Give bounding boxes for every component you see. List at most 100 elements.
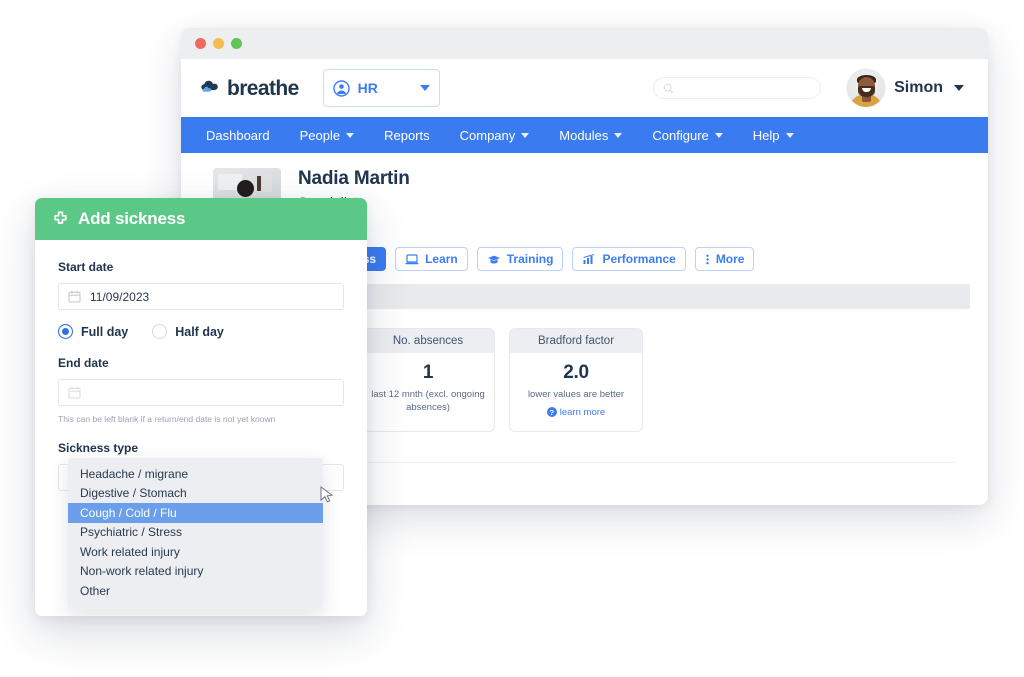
kebab-menu-icon <box>705 253 710 266</box>
start-date-label: Start date <box>58 260 344 274</box>
nav-item-help[interactable]: Help <box>753 128 794 143</box>
radio-half-day[interactable]: Half day <box>152 324 224 339</box>
chevron-down-icon <box>346 133 354 138</box>
calendar-icon <box>68 386 81 399</box>
close-window-button[interactable] <box>195 38 206 49</box>
modal-header: Add sickness <box>35 198 367 240</box>
chevron-down-icon <box>614 133 622 138</box>
radio-label: Full day <box>81 325 128 339</box>
stat-card-value: 1 <box>368 362 488 384</box>
modal-body: Start date 11/09/2023 Full day <box>35 240 367 491</box>
dropdown-option-label: Work related injury <box>80 545 180 559</box>
graduation-cap-icon <box>487 253 501 266</box>
stat-card-bradford-factor: Bradford factor 2.0 lower values are bet… <box>509 328 643 432</box>
chevron-down-icon <box>954 85 964 91</box>
bar-chart-icon <box>582 253 596 266</box>
tab-label: Training <box>507 252 554 266</box>
nav-item-dashboard[interactable]: Dashboard <box>206 128 270 143</box>
tab-label: Learn <box>425 252 458 266</box>
screenshot-root: breathe HR <box>0 0 1024 677</box>
modal-title: Add sickness <box>78 209 185 229</box>
question-mark-icon: ? <box>547 407 557 417</box>
nav-label: Modules <box>559 128 608 143</box>
sickness-type-dropdown-list: Headache / migrane Digestive / Stomach C… <box>68 458 323 609</box>
calendar-icon <box>68 290 81 303</box>
nav-item-modules[interactable]: Modules <box>559 128 622 143</box>
dropdown-option-label: Psychiatric / Stress <box>80 525 182 539</box>
add-sickness-modal: Add sickness Start date 11/09/2023 <box>35 198 367 616</box>
module-selector-label: HR <box>358 80 412 96</box>
module-selector[interactable]: HR <box>323 69 440 107</box>
chevron-down-icon <box>786 133 794 138</box>
tab-learn[interactable]: Learn <box>395 247 468 271</box>
start-date-field-group: Start date 11/09/2023 <box>58 260 344 310</box>
stat-card-subtitle: last 12 mnth (excl. ongoing absences) <box>368 389 488 415</box>
nav-label: Reports <box>384 128 430 143</box>
nav-item-reports[interactable]: Reports <box>384 128 430 143</box>
window-titlebar <box>181 28 988 59</box>
stat-card-subtitle: lower values are better <box>516 389 636 402</box>
end-date-hint: This can be left blank if a return/end d… <box>58 414 344 424</box>
employee-name: Nadia Martin <box>298 168 410 190</box>
tab-performance[interactable]: Performance <box>572 247 685 271</box>
radio-indicator <box>152 324 167 339</box>
maximize-window-button[interactable] <box>231 38 242 49</box>
end-date-label: End date <box>58 356 344 370</box>
radio-indicator-selected <box>58 324 73 339</box>
day-type-radio-group: Full day Half day <box>58 324 344 339</box>
search-container <box>653 77 821 99</box>
medical-cross-icon <box>52 211 69 228</box>
dropdown-option-digestive[interactable]: Digestive / Stomach <box>68 484 323 504</box>
mouse-cursor-icon <box>320 486 334 505</box>
stat-card-title: Bradford factor <box>510 329 642 353</box>
chevron-down-icon <box>715 133 723 138</box>
avatar <box>847 69 885 107</box>
chevron-down-icon <box>521 133 529 138</box>
dropdown-option-work-injury[interactable]: Work related injury <box>68 542 323 562</box>
user-circle-icon <box>333 80 350 97</box>
dropdown-option-cough-cold-flu[interactable]: Cough / Cold / Flu <box>68 503 323 523</box>
sickness-type-field-group: Sickness type Headache / migrane Digesti… <box>58 441 344 491</box>
learn-more-link[interactable]: ? learn more <box>547 407 605 418</box>
start-date-value: 11/09/2023 <box>90 290 149 304</box>
dropdown-option-headache[interactable]: Headache / migrane <box>68 464 323 484</box>
minimize-window-button[interactable] <box>213 38 224 49</box>
search-input[interactable] <box>653 77 821 99</box>
nav-label: People <box>300 128 340 143</box>
logo-text: breathe <box>227 78 299 99</box>
tab-training[interactable]: Training <box>477 247 564 271</box>
nav-item-people[interactable]: People <box>300 128 354 143</box>
dropdown-option-other[interactable]: Other <box>68 581 323 601</box>
dropdown-option-label: Headache / migrane <box>80 467 188 481</box>
nav-label: Company <box>460 128 516 143</box>
tab-more[interactable]: More <box>695 247 755 271</box>
dropdown-option-label: Other <box>80 584 110 598</box>
dropdown-option-label: Non-work related injury <box>80 564 203 578</box>
app-header: breathe HR <box>181 59 988 117</box>
stat-card-value: 2.0 <box>516 362 636 384</box>
end-date-input[interactable] <box>58 379 344 406</box>
cloud-icon <box>199 79 224 98</box>
stat-card-no-absences: No. absences 1 last 12 mnth (excl. ongoi… <box>361 328 495 432</box>
learn-more-label: learn more <box>560 407 605 418</box>
dropdown-option-psychiatric[interactable]: Psychiatric / Stress <box>68 523 323 543</box>
main-navigation: Dashboard People Reports Company Modules… <box>181 117 988 153</box>
laptop-icon <box>405 253 419 266</box>
dropdown-option-non-work-injury[interactable]: Non-work related injury <box>68 562 323 582</box>
tab-label: Performance <box>602 252 675 266</box>
radio-label: Half day <box>175 325 224 339</box>
sickness-type-label: Sickness type <box>58 441 344 455</box>
nav-item-configure[interactable]: Configure <box>652 128 722 143</box>
chevron-down-icon <box>420 85 430 91</box>
dropdown-option-label: Cough / Cold / Flu <box>80 506 177 520</box>
tab-label: More <box>716 252 745 266</box>
nav-item-company[interactable]: Company <box>460 128 530 143</box>
start-date-input[interactable]: 11/09/2023 <box>58 283 344 310</box>
radio-full-day[interactable]: Full day <box>58 324 128 339</box>
end-date-field-group: End date This can be left blank if a ret… <box>58 356 344 424</box>
breathe-logo[interactable]: breathe <box>199 78 299 99</box>
nav-label: Help <box>753 128 780 143</box>
user-menu[interactable]: Simon <box>847 69 964 107</box>
user-name: Simon <box>894 79 943 97</box>
search-icon <box>663 83 674 94</box>
